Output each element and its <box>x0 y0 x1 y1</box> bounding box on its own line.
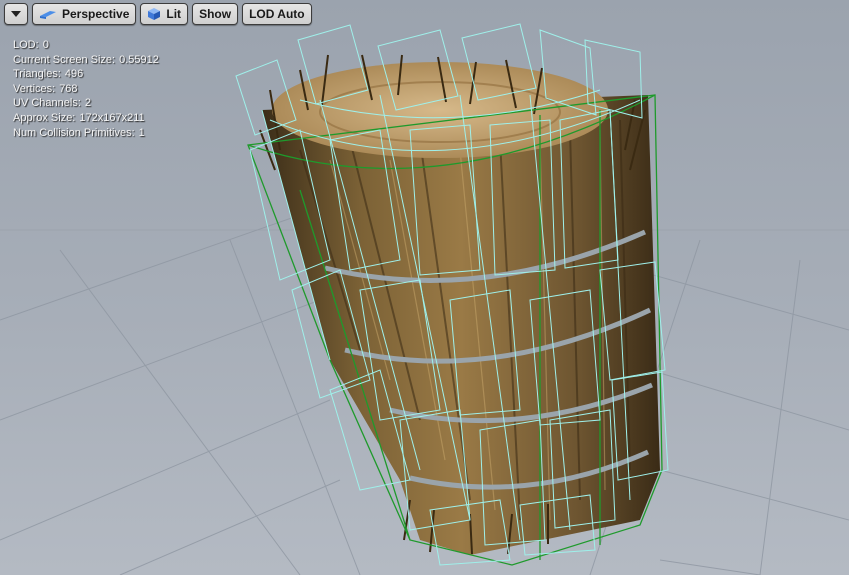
viewport-toolbar: Perspective Lit Show LOD Auto <box>4 2 312 26</box>
stat-collision-primitives: Num Collision Primitives: 1 <box>13 126 145 139</box>
stat-approx-size: Approx Size: 172x167x211 <box>13 111 145 124</box>
view-options-button[interactable] <box>4 3 28 25</box>
perspective-label: Perspective <box>62 7 130 21</box>
mesh-stats-overlay: LOD: 0 Current Screen Size: 0.55912 Triang… <box>13 38 159 140</box>
stat-triangles: Triangles: 496 <box>13 68 84 81</box>
lod-label: LOD Auto <box>249 7 305 21</box>
stat-lod: LOD: 0 <box>13 39 49 51</box>
perspective-icon <box>40 11 56 19</box>
lit-cube-icon <box>148 8 161 20</box>
lod-button[interactable]: LOD Auto <box>242 3 312 25</box>
perspective-button[interactable]: Perspective <box>32 3 137 25</box>
lit-button[interactable]: Lit <box>140 3 189 25</box>
stat-screen-size: Current Screen Size: 0.55912 <box>13 53 159 66</box>
lit-label: Lit <box>166 7 182 21</box>
chevron-down-icon <box>11 11 21 17</box>
show-button[interactable]: Show <box>192 3 239 25</box>
stat-uv-channels: UV Channels: 2 <box>13 97 91 110</box>
stat-vertices: Vertices: 768 <box>13 82 78 95</box>
show-label: Show <box>199 7 232 21</box>
